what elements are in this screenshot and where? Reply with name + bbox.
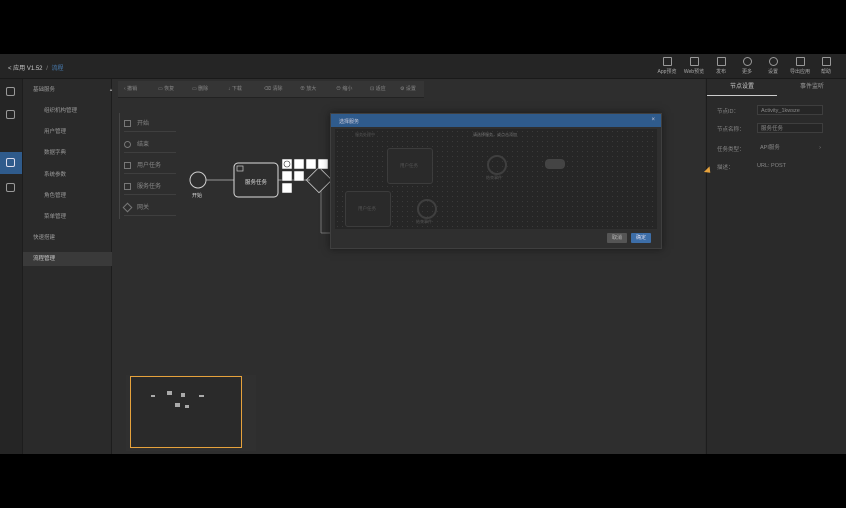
app-preview-button[interactable]: App预览 (656, 56, 678, 75)
icon-rail (0, 79, 23, 454)
wrench-icon[interactable] (281, 170, 293, 182)
phone-icon (662, 57, 672, 66)
cloud-icon (545, 159, 565, 169)
dialog-header: 选择服务 × (331, 114, 661, 127)
dialog-title: 选择服务 (339, 119, 360, 125)
mini-node (181, 393, 185, 397)
top-bar: < 应用 V1.52 / 流程 App预览 Web预览 发布 更多 设置 导出应… (0, 54, 846, 79)
field-label-node-name: 节点名称： (717, 127, 745, 133)
start-event-label: 开始 (192, 193, 203, 199)
node-id-field[interactable]: Activity_1kwsze (757, 105, 823, 115)
service-task-label: 服务任务 (245, 180, 268, 186)
minimap[interactable] (130, 376, 242, 448)
calendar-icon[interactable] (6, 87, 15, 96)
mini-node (199, 395, 204, 397)
settings-button[interactable]: 设置 (762, 56, 784, 75)
dialog-sub-label: 服务处理中 (355, 132, 375, 137)
publish-button[interactable]: 发布 (710, 56, 732, 75)
description-value: URL: POST (757, 163, 787, 169)
ok-button[interactable]: 确定 (631, 233, 651, 243)
mini-node (185, 405, 189, 408)
dialog-user-task-node-2[interactable]: 用户任务 (345, 191, 391, 227)
sidebar-item-quick-build[interactable]: 快速搭建 (23, 231, 121, 245)
flow-icon (6, 158, 15, 167)
field-label-node-id: 节点ID： (717, 109, 740, 115)
dialog-end-event[interactable] (487, 155, 507, 175)
export-button[interactable]: 导出应用 (789, 56, 811, 75)
append-gateway-icon[interactable] (293, 158, 305, 170)
grid-icon[interactable] (6, 110, 15, 119)
tab-event-listener[interactable]: 事件监听 (777, 79, 846, 95)
node-name-field[interactable]: 服务任务 (757, 123, 823, 133)
append-task-icon[interactable] (305, 158, 317, 170)
mini-node (167, 391, 172, 395)
close-icon[interactable]: × (651, 117, 655, 123)
connect-icon[interactable] (281, 182, 293, 194)
dialog-hint: 请选择服务，或点击添加 (473, 132, 517, 137)
properties-panel: 节点设置 事件监听 节点ID： Activity_1kwsze 节点名称： 服务… (706, 79, 846, 454)
task-type-select[interactable]: API服务 › (757, 143, 823, 153)
send-icon (716, 57, 726, 66)
select-service-dialog: 选择服务 × 服务处理中 请选择服务，或点击添加 用户任务 结束事件 用户任务 … (330, 113, 662, 249)
dialog-canvas[interactable]: 服务处理中 请选择服务，或点击添加 用户任务 结束事件 用户任务 结束事件 (335, 129, 657, 229)
breadcrumb: < 应用 V1.52 / 流程 (8, 63, 64, 72)
append-annotation-icon[interactable] (317, 158, 329, 170)
sidebar-item-process[interactable]: 流程管理 (23, 252, 121, 266)
canvas-area[interactable]: ‹ 撤销 ▭ 恢复 ▭ 删除 ↓ 下载 ⌫ 清除 ⊕ 放大 ⊖ 缩小 ⊡ 适应 … (112, 79, 705, 454)
file-icon (795, 57, 805, 66)
chevron-right-icon: › (819, 145, 821, 151)
start-event[interactable] (189, 171, 207, 189)
sidebar-item-basic-services[interactable]: 基础服务 ▲ (23, 83, 121, 97)
minimap-diagram (151, 391, 204, 408)
more-button[interactable]: 更多 (736, 56, 758, 75)
tab-node-settings[interactable]: 节点设置 (707, 79, 777, 96)
append-event-icon[interactable] (281, 158, 293, 170)
back-link[interactable]: < 应用 V1.52 (8, 66, 43, 72)
field-label-description: 描述： (717, 165, 734, 171)
monitor-icon (689, 57, 699, 66)
mini-node (175, 403, 180, 407)
breadcrumb-separator: / (46, 66, 48, 72)
gateway-node[interactable] (305, 166, 333, 194)
cube-icon[interactable] (6, 183, 15, 192)
mini-node (151, 395, 155, 397)
field-label-task-type: 任务类型： (717, 147, 745, 153)
help-button[interactable]: 帮助 (815, 56, 837, 75)
dialog-end-event-2[interactable] (417, 199, 437, 219)
cancel-button[interactable]: 取消 (607, 233, 627, 243)
web-preview-button[interactable]: Web预览 (683, 56, 705, 75)
trash-icon[interactable] (293, 170, 305, 182)
globe-icon (742, 57, 752, 66)
gear-icon (768, 57, 778, 66)
breadcrumb-current[interactable]: 流程 (52, 66, 64, 72)
sidebar-menu: 基础服务 ▲ 组织机构管理 用户管理 数据字典 系统参数 角色管理 菜单管理 快… (23, 79, 121, 454)
document-icon (821, 57, 831, 66)
dialog-user-task-node[interactable]: 用户任务 (387, 148, 433, 184)
app-window: < 应用 V1.52 / 流程 App预览 Web预览 发布 更多 设置 导出应… (0, 54, 846, 454)
rail-active-item[interactable] (0, 152, 22, 174)
